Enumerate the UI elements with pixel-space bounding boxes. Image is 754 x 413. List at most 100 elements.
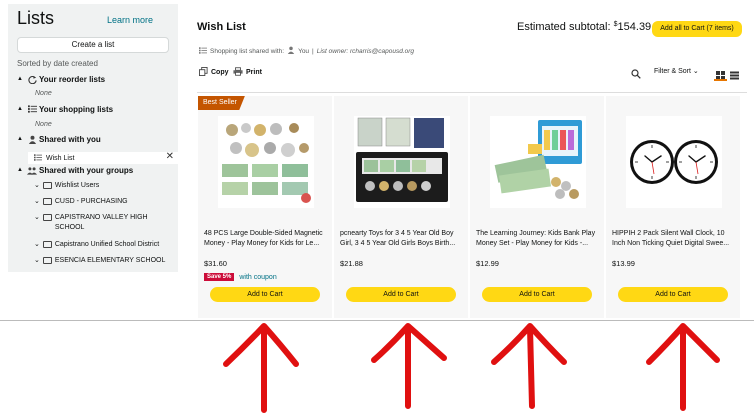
group-label: CAPISTRANO VALLEY HIGH SCHOOL [54, 214, 148, 231]
product-image-money-toy[interactable] [354, 116, 450, 208]
person-icon [27, 134, 37, 144]
product-image-wall-clocks[interactable] [626, 116, 722, 208]
product-card[interactable]: HIPPIH 2 Pack Silent Wall Clock, 10 Inch… [606, 96, 740, 318]
caret-up-icon: ▲ [17, 136, 23, 142]
add-to-cart-button[interactable]: Add to Cart [618, 287, 728, 302]
group-icon [27, 165, 37, 175]
chevron-down-icon: ⌄ [34, 214, 40, 221]
create-list-button[interactable]: Create a list [17, 37, 169, 53]
chevron-down-icon: ⌄ [34, 241, 40, 248]
list-icon [34, 153, 42, 163]
add-to-cart-button[interactable]: Add to Cart [346, 287, 456, 302]
subtotal-value: 154.39 [617, 21, 652, 33]
group-label: CUSD - PURCHASING [54, 198, 128, 205]
annotation-arrow-icon [223, 323, 299, 413]
folder-icon [42, 198, 52, 205]
caret-up-icon: ▲ [17, 76, 23, 82]
group-label: Wishlist Users [54, 182, 100, 189]
folder-icon [42, 257, 52, 264]
shopping-none: None [35, 121, 52, 128]
list-icon [199, 46, 207, 56]
copy-button[interactable]: Copy [199, 67, 229, 78]
shopping-lists-toggle[interactable]: ▲ Your shopping lists [17, 104, 113, 114]
folder-icon [42, 241, 52, 248]
refresh-icon [27, 74, 37, 84]
list-owner: List owner: rcharris@capousd.org [316, 47, 415, 55]
product-name[interactable]: HIPPIH 2 Pack Silent Wall Clock, 10 Inch… [612, 229, 736, 249]
folder-icon [42, 182, 52, 189]
subtotal-label: Estimated subtotal: [517, 21, 611, 33]
chevron-down-icon: ⌄ [34, 182, 40, 189]
chevron-down-icon: ⌄ [34, 257, 40, 264]
filter-sort-dropdown[interactable]: Filter & Sort ⌄ [654, 67, 699, 75]
chevron-down-icon: ⌄ [34, 198, 40, 205]
caret-up-icon: ▲ [17, 167, 23, 173]
coupon[interactable]: Save 5% with coupon [204, 273, 277, 281]
folder-icon [42, 214, 52, 221]
copy-label: Copy [211, 69, 229, 76]
filter-sort-label: Filter & Sort [654, 68, 691, 75]
lists-sidebar: Lists Learn more Create a list Sorted by… [8, 4, 178, 272]
product-name[interactable]: The Learning Journey: Kids Bank Play Mon… [476, 229, 600, 249]
group-item[interactable]: ⌄ CAPISTRANO VALLEY HIGH SCHOOL [34, 213, 176, 233]
product-price: $12.99 [476, 259, 499, 268]
group-item[interactable]: ⌄ CUSD - PURCHASING [34, 197, 176, 207]
lists-title: Lists [17, 8, 55, 28]
print-button[interactable]: Print [233, 67, 262, 78]
annotation-arrow-icon [371, 323, 447, 409]
group-label: ESENCIA ELEMENTARY SCHOOL [54, 257, 166, 264]
annotation-arrow-icon [491, 323, 567, 409]
wish-list-title: Wish List [197, 21, 246, 33]
product-card[interactable]: Best Seller 48 PCS Large Double-Sided Ma… [198, 96, 332, 318]
reorder-lists-heading: Your reorder lists [39, 74, 106, 84]
group-item[interactable]: ⌄ Capistrano Unified School District [34, 240, 176, 250]
add-to-cart-button[interactable]: Add to Cart [210, 287, 320, 302]
chevron-down-icon: ⌄ [692, 68, 699, 75]
grid-view-icon[interactable] [716, 67, 725, 85]
active-view-indicator [714, 79, 727, 81]
learn-more-link[interactable]: Learn more [107, 15, 153, 25]
shared-with-you-toggle[interactable]: ▲ Shared with you [17, 134, 101, 144]
caret-up-icon: ▲ [17, 106, 23, 112]
divider [197, 92, 747, 93]
print-label: Print [246, 69, 262, 76]
product-card[interactable]: The Learning Journey: Kids Bank Play Mon… [470, 96, 604, 318]
search-icon[interactable] [631, 66, 641, 84]
printer-icon [233, 67, 243, 78]
sidebar-item-wish-list[interactable]: Wish List ✕ [28, 151, 178, 164]
product-image-play-money[interactable] [218, 116, 314, 208]
best-seller-badge: Best Seller [198, 96, 245, 110]
shared-groups-heading: Shared with your groups [39, 165, 134, 175]
shared-groups-toggle[interactable]: ▲ Shared with your groups [17, 165, 133, 175]
add-all-to-cart-button[interactable]: Add all to Cart (7 items) [652, 21, 742, 37]
list-icon [27, 104, 37, 114]
reorder-none: None [35, 90, 52, 97]
product-name[interactable]: pcnearty Toys for 3 4 5 Year Old Boy Gir… [340, 229, 464, 249]
shared-info: Shopping list shared with: You | List ow… [199, 46, 414, 56]
product-price: $21.88 [340, 259, 363, 268]
reorder-lists-toggle[interactable]: ▲ Your reorder lists [17, 74, 105, 84]
product-image-bank-set[interactable] [490, 116, 586, 208]
shopping-lists-heading: Your shopping lists [39, 104, 114, 114]
estimated-subtotal: Estimated subtotal: $154.39 [517, 21, 651, 33]
close-icon[interactable]: ✕ [166, 151, 174, 162]
annotation-arrow-icon [646, 323, 720, 411]
shared-you: You [298, 47, 310, 55]
product-price: $13.99 [612, 259, 635, 268]
shared-with-you-heading: Shared with you [39, 134, 101, 144]
group-label: Capistrano Unified School District [54, 241, 160, 248]
sort-label: Sorted by date created [17, 59, 98, 68]
product-card[interactable]: pcnearty Toys for 3 4 5 Year Old Boy Gir… [334, 96, 468, 318]
wish-list-label: Wish List [46, 154, 75, 162]
group-item[interactable]: ⌄ Wishlist Users [34, 181, 176, 191]
product-name[interactable]: 48 PCS Large Double-Sided Magnetic Money… [204, 229, 328, 249]
list-view-icon[interactable] [730, 67, 739, 85]
coupon-badge: Save 5% [204, 273, 235, 281]
shared-prefix: Shopping list shared with: [210, 47, 285, 55]
person-icon [287, 46, 295, 56]
product-price: $31.60 [204, 259, 227, 268]
copy-icon [199, 67, 208, 78]
group-item[interactable]: ⌄ ESENCIA ELEMENTARY SCHOOL [34, 256, 176, 266]
coupon-text: with coupon [239, 273, 277, 281]
add-to-cart-button[interactable]: Add to Cart [482, 287, 592, 302]
